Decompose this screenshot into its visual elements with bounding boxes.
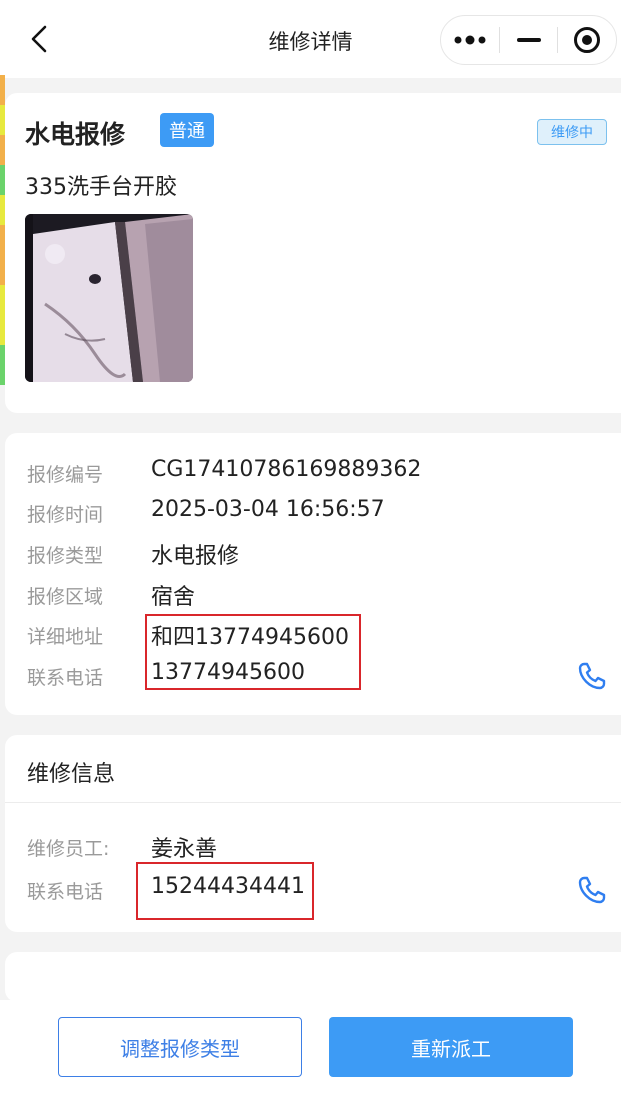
phone-icon[interactable] — [577, 661, 607, 691]
left-edge-strip — [0, 75, 5, 385]
detail-label: 报修时间 — [27, 504, 104, 526]
detail-row-time: 报修时间 2025-03-04 16:56:57 — [27, 496, 607, 528]
annotation-highlight-box — [136, 862, 314, 920]
close-button[interactable] — [558, 16, 616, 64]
adjust-repair-type-button[interactable]: 调整报修类型 — [58, 1017, 302, 1077]
detail-label: 联系电话 — [27, 667, 104, 689]
status-badge: 维修中 — [537, 119, 607, 145]
next-section-card — [5, 952, 621, 1002]
mini-program-capsule — [440, 15, 617, 65]
worker-name: 姜永善 — [151, 837, 218, 862]
detail-row-type: 报修类型 水电报修 — [27, 537, 607, 569]
worker-row: 维修员工: 姜永善 — [27, 830, 607, 862]
detail-value: CG17410786169889362 — [151, 457, 422, 482]
repair-description: 335洗手台开胶 — [25, 175, 177, 200]
annotation-highlight-box — [145, 614, 361, 690]
detail-row-area: 报修区域 宿舍 — [27, 578, 607, 610]
priority-tag: 普通 — [160, 113, 214, 147]
repair-photo[interactable] — [25, 214, 193, 382]
worker-phone-row: 联系电话 15244434441 — [27, 873, 607, 905]
worker-phone-label: 联系电话 — [27, 881, 104, 903]
target-circle-icon — [574, 27, 601, 53]
detail-label: 详细地址 — [27, 626, 104, 648]
detail-label: 报修类型 — [27, 545, 104, 567]
sink-photo-image — [25, 214, 193, 382]
detail-value: 宿舍 — [151, 585, 196, 610]
navigation-bar: 维修详情 — [0, 0, 621, 78]
more-dots-icon — [454, 35, 486, 45]
bottom-action-bar: 调整报修类型 重新派工 — [0, 1000, 621, 1095]
detail-value: 水电报修 — [151, 544, 240, 569]
redispatch-button[interactable]: 重新派工 — [329, 1017, 573, 1077]
repair-category-title: 水电报修 — [25, 120, 126, 149]
repair-summary-card: 水电报修 普通 维修中 335洗手台开胶 — [5, 93, 621, 413]
minimize-icon — [516, 38, 541, 42]
section-title: 维修信息 — [27, 762, 116, 787]
detail-label: 报修区域 — [27, 586, 104, 608]
detail-row-number: 报修编号 CG17410786169889362 — [27, 456, 607, 488]
phone-icon[interactable] — [577, 875, 607, 905]
worker-label: 维修员工: — [27, 838, 110, 860]
minimize-button[interactable] — [500, 16, 558, 64]
divider — [5, 802, 621, 803]
detail-value: 2025-03-04 16:56:57 — [151, 497, 385, 522]
more-button[interactable] — [441, 16, 499, 64]
detail-label: 报修编号 — [27, 464, 104, 486]
